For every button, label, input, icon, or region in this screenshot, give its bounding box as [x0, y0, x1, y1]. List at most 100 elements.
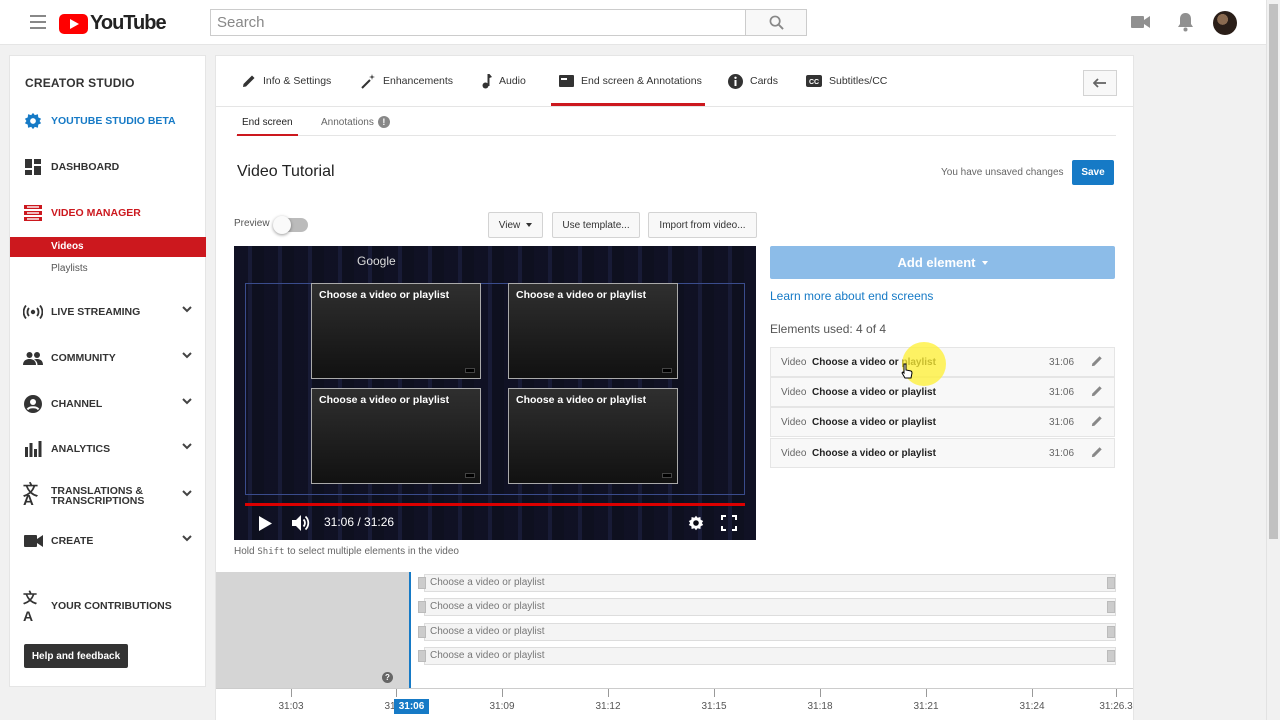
info-icon[interactable]: !: [377, 116, 390, 128]
track-end-handle[interactable]: [1107, 577, 1115, 589]
video-player[interactable]: Google Choose a video or playlist Choose…: [234, 246, 756, 540]
timeline-ruler: 31:03 31 31:09 31:12 31:15 31:18 31:21 3…: [216, 688, 1133, 720]
sidebar-item-label: CHANNEL: [51, 398, 103, 410]
end-screen-video-element[interactable]: Choose a video or playlist: [508, 283, 678, 379]
sidebar-item-analytics[interactable]: ANALYTICS: [10, 434, 206, 464]
chevron-down-icon[interactable]: [182, 490, 192, 497]
subtab-end-screen[interactable]: End screen: [237, 108, 298, 136]
edit-pencil-icon[interactable]: [1091, 415, 1103, 427]
sidebar-item-channel[interactable]: CHANNEL: [10, 389, 206, 419]
sidebar-item-create[interactable]: CREATE: [10, 526, 206, 556]
scrollbar-thumb[interactable]: [1269, 4, 1278, 539]
help-question-icon[interactable]: ?: [382, 672, 393, 683]
timeline-before-region: [216, 572, 410, 688]
add-element-button[interactable]: Add element: [770, 246, 1115, 279]
timeline-element-track[interactable]: Choose a video or playlist: [418, 598, 1116, 616]
chevron-down-icon[interactable]: [182, 535, 192, 542]
sidebar-subitem-videos[interactable]: Videos: [10, 237, 206, 257]
ruler-tick-label: 31:18: [807, 701, 833, 712]
sidebar-item-live-streaming[interactable]: LIVE STREAMING: [10, 297, 206, 327]
end-screen-video-element[interactable]: Choose a video or playlist: [311, 283, 481, 379]
notifications-bell-icon[interactable]: [1177, 12, 1194, 32]
timeline-playhead[interactable]: [409, 572, 411, 702]
ruler-tick: [820, 689, 821, 697]
edit-pencil-icon[interactable]: [1091, 385, 1103, 397]
end-screen-video-element[interactable]: Choose a video or playlist: [508, 388, 678, 484]
ruler-tick-label: 31:24: [1019, 701, 1045, 712]
element-list-item[interactable]: Video Choose a video or playlist 31:06: [770, 438, 1115, 468]
ruler-tick-label: 31:26.3: [1099, 701, 1133, 712]
settings-gear-icon[interactable]: [688, 515, 704, 531]
tab-end-screen[interactable]: End screen & Annotations: [551, 56, 705, 106]
ruler-tick: [1116, 689, 1117, 697]
translate-icon: 文A: [23, 482, 39, 509]
element-label: Choose a video or playlist: [516, 394, 647, 406]
edit-pencil-icon[interactable]: [1091, 355, 1103, 367]
gear-icon: [23, 111, 43, 131]
ruler-tick: [396, 689, 397, 697]
track-label: Choose a video or playlist: [430, 650, 545, 661]
hamburger-menu-icon[interactable]: [30, 15, 46, 29]
chevron-down-icon[interactable]: [182, 443, 192, 450]
tab-info-settings[interactable]: Info & Settings: [242, 56, 331, 106]
sidebar-item-dashboard[interactable]: DASHBOARD: [10, 152, 206, 182]
video-progress-bar[interactable]: [245, 503, 745, 506]
playhead-time-badge[interactable]: 31:06: [394, 699, 429, 714]
track-start-handle[interactable]: [418, 601, 426, 613]
element-list-item[interactable]: Video Choose a video or playlist 31:06: [770, 407, 1115, 437]
import-from-video-button[interactable]: Import from video...: [648, 212, 757, 238]
ruler-tick: [714, 689, 715, 697]
sidebar-item-label: YOUR CONTRIBUTIONS: [51, 600, 172, 612]
tab-cards[interactable]: Cards: [728, 56, 778, 106]
track-start-handle[interactable]: [418, 577, 426, 589]
tab-enhancements[interactable]: Enhancements: [361, 56, 453, 106]
element-list-item[interactable]: Video Choose a video or playlist 31:06: [770, 377, 1115, 407]
edit-pencil-icon[interactable]: [1091, 446, 1103, 458]
use-template-button[interactable]: Use template...: [552, 212, 640, 238]
sidebar-item-contributions[interactable]: 文A YOUR CONTRIBUTIONS: [10, 590, 206, 624]
end-screen-video-element[interactable]: Choose a video or playlist: [311, 388, 481, 484]
tab-label: Subtitles/CC: [829, 75, 888, 87]
search-input[interactable]: Search: [210, 9, 746, 36]
play-icon[interactable]: [259, 516, 272, 531]
search-button[interactable]: [745, 9, 807, 36]
upload-video-icon[interactable]: [1131, 15, 1150, 29]
tab-audio[interactable]: Audio: [482, 56, 526, 106]
timeline-element-track[interactable]: Choose a video or playlist: [418, 623, 1116, 641]
track-end-handle[interactable]: [1107, 650, 1115, 662]
tab-subtitles[interactable]: CC Subtitles/CC: [806, 56, 887, 106]
track-end-handle[interactable]: [1107, 626, 1115, 638]
view-dropdown-button[interactable]: View: [488, 212, 543, 238]
subtab-annotations[interactable]: Annotations !: [321, 108, 390, 136]
page-scrollbar[interactable]: [1266, 0, 1280, 720]
help-feedback-button[interactable]: Help and feedback: [24, 644, 128, 668]
hint-prefix: Hold: [234, 546, 258, 557]
track-start-handle[interactable]: [418, 626, 426, 638]
sidebar-item-video-manager[interactable]: VIDEO MANAGER: [10, 198, 206, 228]
volume-icon[interactable]: [292, 515, 311, 531]
chevron-down-icon[interactable]: [182, 352, 192, 359]
back-button[interactable]: [1083, 70, 1117, 96]
sidebar-item-community[interactable]: COMMUNITY: [10, 343, 206, 373]
fullscreen-icon[interactable]: [721, 515, 737, 531]
magic-wand-icon: [361, 73, 376, 89]
youtube-logo[interactable]: YouTube: [59, 12, 167, 35]
preview-toggle[interactable]: [273, 216, 308, 234]
chevron-down-icon[interactable]: [182, 398, 192, 405]
sidebar-item-label: DASHBOARD: [51, 161, 120, 173]
ruler-tick: [608, 689, 609, 697]
track-end-handle[interactable]: [1107, 601, 1115, 613]
learn-more-link[interactable]: Learn more about end screens: [770, 289, 933, 303]
track-start-handle[interactable]: [418, 650, 426, 662]
sidebar-subitem-playlists[interactable]: Playlists: [10, 259, 206, 279]
sidebar-item-label: LIVE STREAMING: [51, 306, 141, 318]
timeline-element-track[interactable]: Choose a video or playlist: [418, 574, 1116, 592]
save-button[interactable]: Save: [1072, 160, 1114, 185]
account-avatar[interactable]: [1213, 11, 1237, 35]
end-screen-timeline[interactable]: Choose a video or playlist Choose a vide…: [216, 572, 1133, 702]
sidebar-item-studio-beta[interactable]: YOUTUBE STUDIO BETA: [10, 106, 206, 136]
ruler-tick: [926, 689, 927, 697]
timeline-element-track[interactable]: Choose a video or playlist: [418, 647, 1116, 665]
chevron-down-icon[interactable]: [182, 306, 192, 313]
sidebar-item-translations[interactable]: 文A TRANSLATIONS & TRANSCRIPTIONS: [10, 481, 206, 511]
